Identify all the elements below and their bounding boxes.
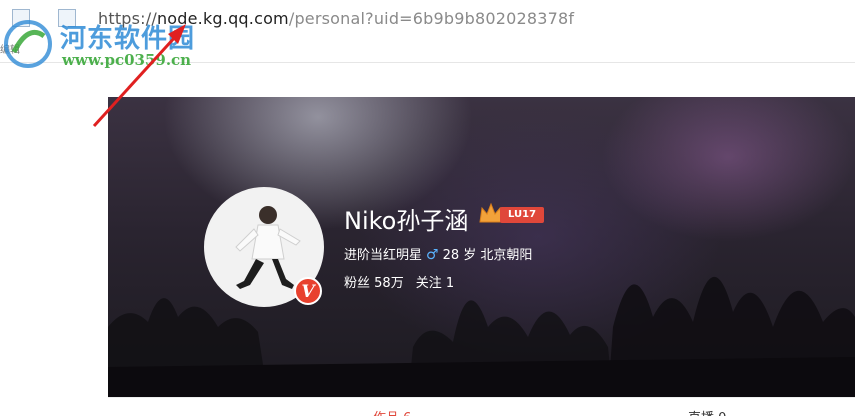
level-badge: LU17 — [500, 207, 545, 223]
url-scheme: https:// — [98, 9, 157, 28]
profile-banner: V Niko孙子涵 LU17 进阶当红明星 ♂ 28 岁 北京朝阳 粉丝 58万 关注… — [108, 97, 855, 397]
male-icon: ♂ — [426, 247, 439, 263]
fans-count[interactable]: 58万 — [374, 276, 404, 291]
age-value: 28 — [442, 248, 460, 263]
following-count[interactable]: 1 — [446, 276, 454, 291]
toolbar-row: 编辑 — [0, 38, 855, 63]
location: 北京朝阳 — [480, 248, 533, 263]
url-path: /personal?uid=6b9b9b802028378f — [288, 9, 575, 28]
profile-info-line: 进阶当红明星 ♂ 28 岁 北京朝阳 — [344, 244, 532, 263]
url-host: node.kg.qq.com — [156, 9, 289, 28]
rank-title: 进阶当红明星 — [344, 248, 423, 263]
compat-icon[interactable] — [58, 9, 76, 27]
profile-stats: 粉丝 58万 关注 1 — [344, 272, 454, 291]
fans-label[interactable]: 粉丝 — [344, 276, 370, 291]
verified-badge: V — [294, 277, 322, 305]
page-icon[interactable] — [12, 9, 30, 27]
profile-name: Niko孙子涵 — [344, 207, 469, 235]
edit-label[interactable]: 编辑 — [0, 41, 20, 56]
url-field[interactable]: https://node.kg.qq.com/personal?uid=6b9b… — [98, 9, 574, 28]
age-unit: 岁 — [463, 248, 477, 263]
address-bar: https://node.kg.qq.com/personal?uid=6b9b… — [0, 0, 855, 39]
profile-tabs: 作品 6 直播 0 — [108, 397, 855, 416]
following-label[interactable]: 关注 — [416, 276, 442, 291]
